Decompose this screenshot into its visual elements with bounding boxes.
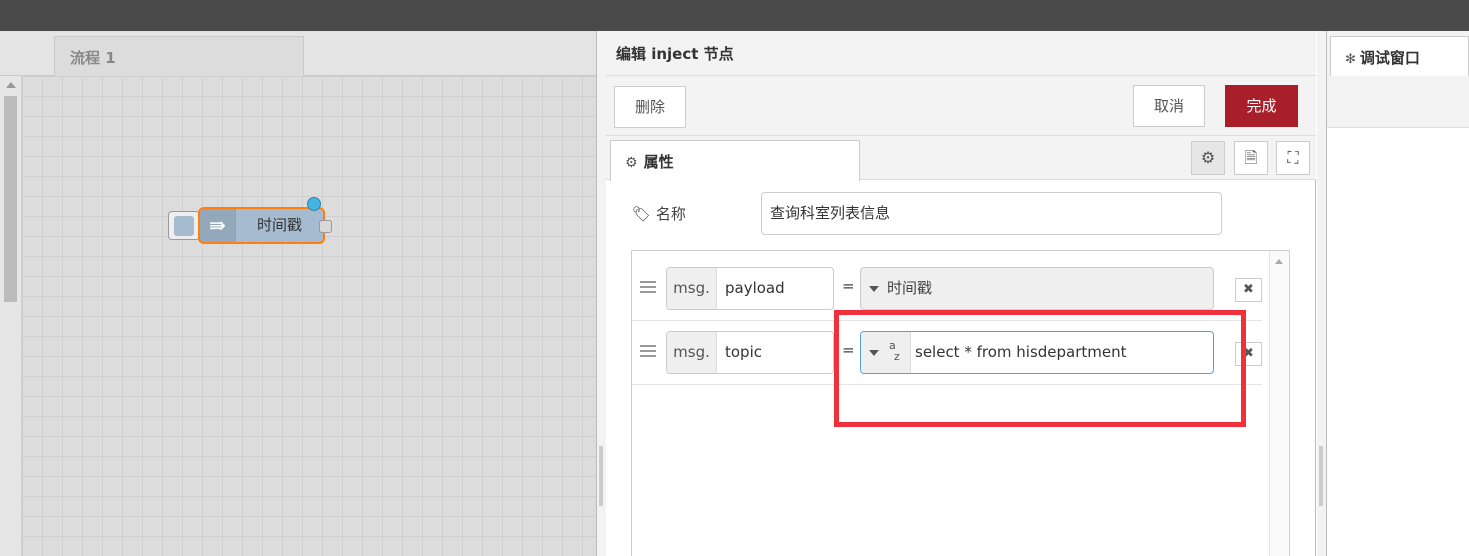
bug-icon: ✻ (1345, 52, 1356, 67)
inject-node[interactable]: ⇛ 时间戳 (198, 197, 332, 244)
workspace-scrollbar[interactable] (0, 76, 22, 556)
flow-canvas[interactable] (22, 76, 596, 556)
inject-trigger-button[interactable] (168, 211, 200, 240)
inject-arrow-icon: ⇛ (200, 209, 236, 242)
msg-prefix[interactable]: msg. (667, 332, 717, 373)
editor-toolbar: 删除 取消 完成 (606, 76, 1316, 136)
value-type-select[interactable]: 时间戳 (860, 267, 1214, 310)
property-name-value: payload (725, 279, 785, 297)
splitter-grip[interactable] (1319, 446, 1323, 506)
gear-icon: ⚙ (625, 155, 638, 171)
node-output-port[interactable] (319, 220, 332, 233)
workspace: 流程 1 ⇛ 时间戳 (0, 31, 596, 556)
node-label: 时间戳 (256, 216, 302, 234)
tab-debug[interactable]: ✻ 调试窗口 (1330, 36, 1469, 76)
editor-title: 编辑 inject 节点 (606, 31, 1316, 76)
settings-tab-gear-icon[interactable]: ⚙ (1191, 141, 1225, 175)
debug-tab-label: 调试窗口 (1359, 49, 1420, 67)
scroll-up-icon[interactable] (6, 82, 16, 88)
name-input[interactable]: 查询科室列表信息 (761, 192, 1222, 235)
remove-row-button[interactable]: ✖ (1235, 278, 1262, 302)
property-list-scrollbar[interactable] (1269, 251, 1289, 556)
tab-properties-label: 属性 (643, 153, 674, 171)
cancel-button[interactable]: 取消 (1133, 85, 1205, 127)
splitter-grip[interactable] (599, 446, 603, 506)
delete-button[interactable]: 删除 (614, 86, 686, 128)
sidebar: ✻ 调试窗口 (1317, 31, 1469, 556)
inject-trigger-face (174, 216, 194, 236)
property-name-value: topic (725, 343, 762, 361)
top-header-bar (0, 0, 1469, 31)
drag-handle-icon[interactable] (640, 281, 656, 293)
name-label-text: 名称 (655, 205, 686, 223)
property-name-input[interactable]: msg. payload (666, 267, 834, 310)
value-type-label: 时间戳 (887, 279, 933, 297)
editor-splitter[interactable] (596, 31, 606, 556)
property-name-input[interactable]: msg. topic (666, 331, 834, 374)
sidebar-splitter[interactable] (1317, 31, 1327, 556)
scroll-up-icon[interactable] (1275, 259, 1283, 264)
msg-prefix[interactable]: msg. (667, 268, 717, 309)
annotation-highlight-box (834, 310, 1246, 427)
name-field-label: 🏷 名称 (632, 203, 686, 224)
scrollbar-thumb[interactable] (4, 96, 17, 302)
description-tab-document-icon[interactable]: 🗎 (1234, 141, 1268, 175)
tab-flow-1[interactable]: 流程 1 (54, 36, 304, 77)
workspace-tabbar: 流程 1 (0, 31, 596, 77)
tab-properties[interactable]: ⚙ 属性 (610, 140, 860, 181)
drag-handle-icon[interactable] (640, 345, 656, 357)
node-changed-indicator (307, 197, 321, 211)
editor-tray: 编辑 inject 节点 删除 取消 完成 ⚙ 属性 ⚙ 🗎 ⛶ 🏷 名称 查询科… (606, 31, 1316, 556)
editor-tabs: ⚙ 属性 ⚙ 🗎 ⛶ (606, 136, 1316, 181)
equals-sign: = (842, 277, 855, 295)
sidebar-tabbar: ✻ 调试窗口 (1327, 31, 1469, 128)
done-button[interactable]: 完成 (1225, 85, 1298, 127)
tag-icon: 🏷 (632, 205, 652, 223)
appearance-tab-frame-icon[interactable]: ⛶ (1276, 141, 1310, 175)
caret-down-icon (869, 286, 879, 292)
